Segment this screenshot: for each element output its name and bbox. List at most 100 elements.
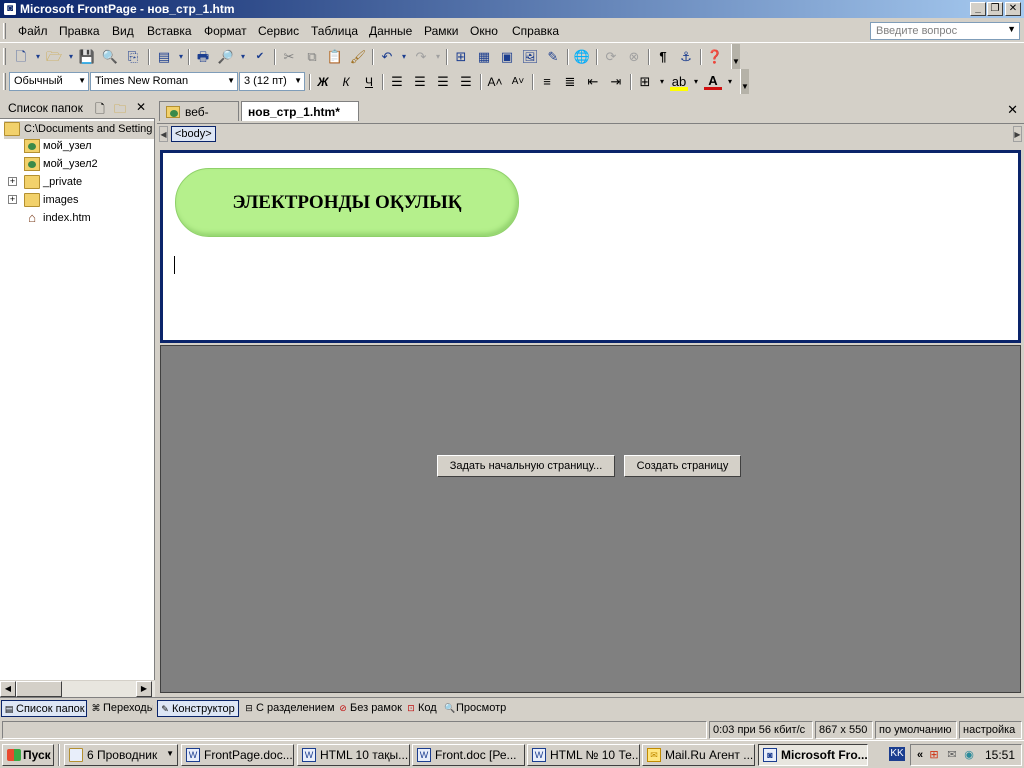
mail-icon[interactable]: ✉	[945, 748, 959, 762]
tab-no-frames[interactable]: ⊘ Без рамок	[336, 700, 404, 717]
web-component-icon[interactable]: ⊞	[452, 48, 470, 66]
tree-item-images[interactable]: + images	[8, 192, 148, 210]
increase-indent-icon[interactable]: ⇥	[607, 73, 625, 91]
align-center-icon[interactable]: ☰	[411, 73, 429, 91]
taskbar-explorer[interactable]: 6 Проводник ▼	[64, 744, 178, 766]
tree-item-private[interactable]: + _private	[8, 174, 148, 192]
toolbar-options-icon[interactable]: ▼	[740, 69, 749, 94]
start-button[interactable]: Пуск	[2, 744, 54, 766]
toolbar-grip[interactable]	[3, 73, 6, 90]
format-painter-icon[interactable]: 🖌	[349, 48, 367, 66]
font-select[interactable]: Times New Roman ▼	[90, 72, 238, 91]
menu-file[interactable]: Файл	[18, 24, 48, 38]
scroll-thumb[interactable]	[16, 681, 62, 697]
chevron-down-icon[interactable]: ▾	[395, 48, 413, 66]
tree-item-my-site[interactable]: мой_узел	[24, 138, 144, 156]
numbered-list-icon[interactable]: ≡	[538, 73, 556, 91]
tab-split[interactable]: ⊟ С разделением	[242, 700, 337, 717]
justify-icon[interactable]: ☰	[457, 73, 475, 91]
minimize-button[interactable]: _	[970, 2, 986, 16]
tray-expand-icon[interactable]: «	[913, 748, 927, 762]
set-initial-page-button[interactable]: Задать начальную страницу...	[437, 455, 615, 477]
toggle-pane-icon[interactable]: ▤	[155, 48, 173, 66]
close-icon[interactable]: ✕	[133, 100, 149, 116]
search-icon[interactable]: 🔍	[101, 48, 119, 66]
new-folder-icon[interactable]: 🗀	[112, 100, 128, 116]
copy-icon[interactable]: ⧉	[303, 48, 321, 66]
agent-status-icon[interactable]: ◉	[962, 748, 976, 762]
chevron-down-icon[interactable]: ▾	[721, 73, 739, 91]
page-heading-banner[interactable]: ЭЛЕКТРОНДЫ ОҚУЛЫҚ	[175, 168, 519, 237]
open-folder-icon[interactable]: 🗁	[45, 48, 63, 66]
insert-picture-icon[interactable]: 🖼	[521, 48, 539, 66]
chevron-down-icon[interactable]: ▼	[294, 76, 302, 85]
close-document-icon[interactable]: ✕	[1007, 102, 1018, 118]
chevron-down-icon[interactable]: ▼	[78, 76, 86, 85]
style-select[interactable]: Обычный ▼	[9, 72, 89, 91]
print-preview-icon[interactable]: 🔎	[217, 48, 235, 66]
restore-button[interactable]: ❐	[987, 2, 1003, 16]
menu-help[interactable]: Справка	[512, 24, 559, 38]
tag-body-button[interactable]: <body>	[171, 126, 216, 142]
status-default[interactable]: по умолчанию	[875, 721, 957, 739]
stop-icon[interactable]: ⊗	[625, 48, 643, 66]
redo-icon[interactable]: ↷	[412, 48, 430, 66]
tab-code[interactable]: ⊡ Код	[404, 700, 439, 717]
menu-edit[interactable]: Правка	[59, 24, 100, 38]
folder-pane-hscroll[interactable]: ◀ ▶	[0, 680, 155, 697]
borders-icon[interactable]: ⊞	[636, 73, 654, 91]
align-left-icon[interactable]: ☰	[388, 73, 406, 91]
italic-button[interactable]: К	[337, 73, 355, 91]
hyperlink-icon[interactable]: 🌐	[573, 48, 591, 66]
menu-frames[interactable]: Рамки	[424, 24, 458, 38]
taskbar-html-no10-doc[interactable]: W HTML № 10 Те...	[527, 744, 640, 766]
chevron-down-icon[interactable]: ▾	[429, 48, 447, 66]
empty-frame[interactable]: Задать начальную страницу... Создать стр…	[160, 345, 1021, 693]
menu-format[interactable]: Формат	[204, 24, 247, 38]
tab-new-page[interactable]: нов_стр_1.htm*	[241, 101, 359, 121]
status-custom[interactable]: настройка	[959, 721, 1022, 739]
refresh-icon[interactable]: ⟳	[602, 48, 620, 66]
help-icon[interactable]: ❓	[706, 48, 724, 66]
taskbar-html10-doc[interactable]: W HTML 10 тақы...	[297, 744, 410, 766]
font-color-icon[interactable]: A	[704, 73, 722, 90]
bulleted-list-icon[interactable]: ≣	[561, 73, 579, 91]
tree-item-my-site2[interactable]: мой_узел2	[24, 156, 144, 174]
tab-preview[interactable]: 🔍Просмотр	[442, 700, 508, 717]
menu-window[interactable]: Окно	[470, 24, 498, 38]
frontpage-app-icon[interactable]: ◙	[3, 2, 17, 16]
save-icon[interactable]: 💾	[78, 48, 96, 66]
taskbar-frontpage-app[interactable]: ◙ Microsoft Fro...	[758, 744, 868, 766]
align-right-icon[interactable]: ☰	[434, 73, 452, 91]
decrease-font-icon[interactable]: A˅	[509, 73, 527, 91]
new-page-button[interactable]: Создать страницу	[624, 455, 741, 477]
new-page-icon[interactable]: 🗋	[12, 48, 30, 66]
font-size-select[interactable]: 3 (12 пт) ▼	[239, 72, 305, 91]
paste-icon[interactable]: 📋	[326, 48, 344, 66]
drawing-icon[interactable]: ✎	[544, 48, 562, 66]
tab-design[interactable]: ✎ Конструктор	[157, 700, 239, 717]
new-page-icon[interactable]: 🗋	[92, 100, 108, 116]
chevron-down-icon[interactable]: ▼	[1007, 24, 1016, 34]
tree-item-root[interactable]: C:\Documents and Setting	[4, 121, 154, 139]
tree-item-index[interactable]: ⌂ index.htm	[24, 210, 144, 228]
chevron-down-icon[interactable]: ▼	[166, 749, 174, 758]
ask-question-field[interactable]: Введите вопрос ▼	[870, 22, 1020, 40]
toolbar-options-icon[interactable]: ▼	[731, 44, 740, 69]
scroll-left-icon[interactable]: ◀	[0, 681, 16, 697]
menu-table[interactable]: Таблица	[311, 24, 358, 38]
cut-icon[interactable]: ✂	[280, 48, 298, 66]
spelling-icon[interactable]: ✔	[251, 48, 269, 66]
decrease-indent-icon[interactable]: ⇤	[584, 73, 602, 91]
undo-icon[interactable]: ↶	[378, 48, 396, 66]
tag-nav-right-icon[interactable]: ▶	[1013, 126, 1022, 142]
page-edit-frame[interactable]: ЭЛЕКТРОНДЫ ОҚУЛЫҚ	[160, 150, 1021, 343]
print-icon[interactable]: 🖶	[194, 48, 212, 66]
highlight-icon[interactable]: ab	[670, 73, 688, 91]
chevron-down-icon[interactable]: ▾	[653, 73, 671, 91]
scroll-right-icon[interactable]: ▶	[136, 681, 152, 697]
tab-navigation[interactable]: ⌘ Переходы	[89, 700, 154, 717]
underline-button[interactable]: Ч	[360, 73, 378, 91]
menu-view[interactable]: Вид	[112, 24, 134, 38]
taskbar-frontpage-doc[interactable]: W FrontPage.doc...	[181, 744, 294, 766]
